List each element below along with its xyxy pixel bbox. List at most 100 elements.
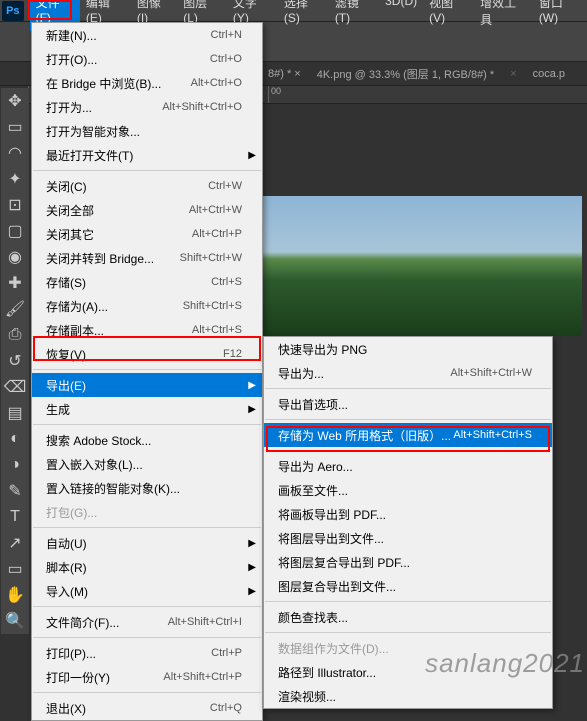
file-menu-item-3[interactable]: 打开为...Alt+Shift+Ctrl+O — [32, 95, 262, 119]
submenu-arrow-icon: ▶ — [248, 586, 256, 597]
file-menu-item-8[interactable]: 关闭全部Alt+Ctrl+W — [32, 198, 262, 222]
file-menu-item-4[interactable]: 打开为智能对象... — [32, 119, 262, 143]
export-menu-item-5[interactable]: 存储为 Web 所用格式（旧版）...Alt+Shift+Ctrl+S — [264, 423, 552, 447]
export-menu-item-12[interactable]: 图层复合导出到文件... — [264, 574, 552, 598]
file-menu-label-13: 存储副本... — [46, 322, 192, 339]
export-menu-item-3[interactable]: 导出首选项... — [264, 392, 552, 416]
tool-hand[interactable]: ✋ — [1, 582, 29, 608]
tool-path[interactable]: ↗ — [1, 530, 29, 556]
export-menu-item-14[interactable]: 颜色查找表... — [264, 605, 552, 629]
menubar-item-8[interactable]: 视图(V) — [423, 0, 474, 31]
file-menu-label-20: 置入嵌入对象(L)... — [46, 456, 242, 473]
tool-move[interactable]: ✥ — [1, 88, 29, 114]
file-menu-label-12: 存储为(A)... — [46, 298, 183, 315]
tool-pen[interactable]: ✎ — [1, 478, 29, 504]
file-menu-shortcut-28: Alt+Shift+Ctrl+I — [168, 616, 242, 628]
file-menu-shortcut-31: Alt+Shift+Ctrl+P — [163, 671, 242, 683]
file-menu-shortcut-0: Ctrl+N — [211, 29, 242, 41]
file-menu-item-13[interactable]: 存储副本...Alt+Ctrl+S — [32, 318, 262, 342]
export-menu-item-9[interactable]: 将画板导出到 PDF... — [264, 502, 552, 526]
file-menu-item-14[interactable]: 恢复(V)F12 — [32, 342, 262, 366]
file-menu-item-28[interactable]: 文件简介(F)...Alt+Shift+Ctrl+I — [32, 610, 262, 634]
file-menu-item-1[interactable]: 打开(O)...Ctrl+O — [32, 47, 262, 71]
file-menu-item-2[interactable]: 在 Bridge 中浏览(B)...Alt+Ctrl+O — [32, 71, 262, 95]
file-menu-item-0[interactable]: 新建(N)...Ctrl+N — [32, 23, 262, 47]
file-menu-item-16[interactable]: 导出(E)▶ — [32, 373, 262, 397]
ps-logo: Ps — [2, 1, 24, 21]
toolbox: ✥▭◠✦⊡▢◉✚🖌⎙↺⌫▤◐◑✎T↗▭✋🔍 — [1, 88, 29, 634]
export-menu-item-10[interactable]: 将图层导出到文件... — [264, 526, 552, 550]
file-menu-item-19[interactable]: 搜索 Adobe Stock... — [32, 428, 262, 452]
tool-dodge[interactable]: ◑ — [1, 452, 29, 478]
tool-blur[interactable]: ◐ — [1, 426, 29, 452]
file-menu-label-3: 打开为... — [46, 99, 162, 116]
menubar-item-7[interactable]: 3D(D) — [379, 0, 423, 31]
tool-rect[interactable]: ▭ — [1, 556, 29, 582]
file-menu-label-28: 文件简介(F)... — [46, 614, 168, 631]
file-menu-item-25[interactable]: 脚本(R)▶ — [32, 555, 262, 579]
tool-lasso[interactable]: ◠ — [1, 140, 29, 166]
file-menu-item-21[interactable]: 置入链接的智能对象(K)... — [32, 476, 262, 500]
export-menu-item-16: 数据组作为文件(D)... — [264, 636, 552, 660]
file-menu-item-24[interactable]: 自动(U)▶ — [32, 531, 262, 555]
file-menu-label-4: 打开为智能对象... — [46, 123, 242, 140]
canvas-image[interactable] — [262, 196, 582, 336]
file-menu-item-30[interactable]: 打印(P)...Ctrl+P — [32, 641, 262, 665]
file-menu-item-9[interactable]: 关闭其它Alt+Ctrl+P — [32, 222, 262, 246]
tool-marquee[interactable]: ▭ — [1, 114, 29, 140]
menubar-item-5[interactable]: 选择(S) — [278, 0, 329, 31]
export-menu-item-7[interactable]: 导出为 Aero... — [264, 454, 552, 478]
export-menu-item-11[interactable]: 将图层复合导出到 PDF... — [264, 550, 552, 574]
file-menu-item-7[interactable]: 关闭(C)Ctrl+W — [32, 174, 262, 198]
submenu-arrow-icon: ▶ — [248, 380, 256, 391]
file-menu-item-22: 打包(G)... — [32, 500, 262, 524]
export-menu-item-0[interactable]: 快速导出为 PNG — [264, 337, 552, 361]
file-menu-item-26[interactable]: 导入(M) ▶ — [32, 579, 262, 603]
file-menu-label-9: 关闭其它 — [46, 226, 192, 243]
export-menu-label-10: 将图层导出到文件... — [278, 530, 532, 547]
tool-gradient[interactable]: ▤ — [1, 400, 29, 426]
export-menu-item-8[interactable]: 画板至文件... — [264, 478, 552, 502]
tool-eyedrop[interactable]: ◉ — [1, 244, 29, 270]
export-menu-item-18[interactable]: 渲染视频... — [264, 684, 552, 708]
tool-heal[interactable]: ✚ — [1, 270, 29, 296]
export-menu-item-1[interactable]: 导出为...Alt+Shift+Ctrl+W — [264, 361, 552, 385]
file-menu-item-31[interactable]: 打印一份(Y)Alt+Shift+Ctrl+P — [32, 665, 262, 689]
file-menu-item-12[interactable]: 存储为(A)...Shift+Ctrl+S — [32, 294, 262, 318]
file-menu-label-30: 打印(P)... — [46, 645, 211, 662]
file-menu-shortcut-14: F12 — [223, 348, 242, 360]
file-menu-item-5[interactable]: 最近打开文件(T)▶ — [32, 143, 262, 167]
file-menu-label-26: 导入(M) — [46, 583, 242, 600]
menubar-item-6[interactable]: 滤镜(T) — [329, 0, 379, 31]
tab-close-icon[interactable]: × — [502, 64, 524, 84]
tool-frame[interactable]: ▢ — [1, 218, 29, 244]
tab-3[interactable]: coca.p — [525, 64, 573, 84]
menubar-item-10[interactable]: 窗口(W) — [533, 0, 587, 31]
tool-stamp[interactable]: ⎙ — [1, 322, 29, 348]
tool-eraser[interactable]: ⌫ — [1, 374, 29, 400]
file-menu-item-20[interactable]: 置入嵌入对象(L)... — [32, 452, 262, 476]
file-menu-shortcut-12: Shift+Ctrl+S — [183, 300, 242, 312]
tab-2[interactable]: 4K.png @ 33.3% (图层 1, RGB/8#) * — [309, 62, 502, 86]
file-menu-label-0: 新建(N)... — [46, 27, 211, 44]
file-menu-label-31: 打印一份(Y) — [46, 669, 163, 686]
tab-1[interactable]: 8#) * × — [260, 64, 309, 84]
tool-history[interactable]: ↺ — [1, 348, 29, 374]
file-menu-item-33[interactable]: 退出(X)Ctrl+Q — [32, 696, 262, 720]
file-menu-shortcut-2: Alt+Ctrl+O — [191, 77, 242, 89]
export-menu-item-17[interactable]: 路径到 Illustrator... — [264, 660, 552, 684]
tool-crop[interactable]: ⊡ — [1, 192, 29, 218]
tool-wand[interactable]: ✦ — [1, 166, 29, 192]
file-menu-item-17[interactable]: 生成▶ — [32, 397, 262, 421]
export-menu-label-5: 存储为 Web 所用格式（旧版）... — [278, 427, 453, 444]
file-menu-label-24: 自动(U) — [46, 535, 242, 552]
file-menu-item-11[interactable]: 存储(S)Ctrl+S — [32, 270, 262, 294]
tool-zoom[interactable]: 🔍 — [1, 608, 29, 634]
file-menu-item-10[interactable]: 关闭并转到 Bridge...Shift+Ctrl+W — [32, 246, 262, 270]
tool-brush[interactable]: 🖌 — [1, 296, 29, 322]
file-menu-label-2: 在 Bridge 中浏览(B)... — [46, 75, 191, 92]
tool-type[interactable]: T — [1, 504, 29, 530]
file-menu-shortcut-8: Alt+Ctrl+W — [189, 204, 242, 216]
file-menu-label-19: 搜索 Adobe Stock... — [46, 432, 242, 449]
menubar-item-9[interactable]: 增效工具 — [474, 0, 533, 31]
